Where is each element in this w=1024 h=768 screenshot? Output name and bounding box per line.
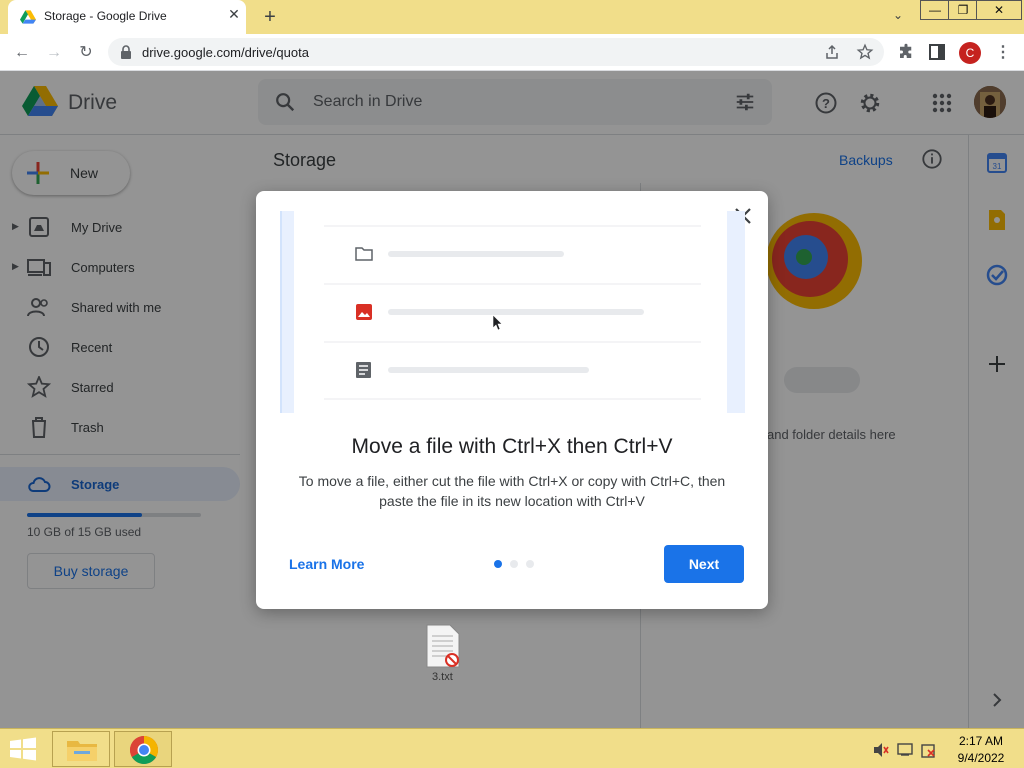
text-file-icon[interactable] bbox=[426, 624, 460, 668]
browser-tab-strip: Storage - Google Drive ✕ + ⌄ — ❐ ✕ bbox=[0, 0, 1024, 34]
back-icon[interactable]: ← bbox=[11, 42, 33, 64]
chrome-icon bbox=[130, 736, 158, 764]
restore-button[interactable]: ❐ bbox=[948, 0, 978, 20]
system-tray-icons[interactable] bbox=[872, 741, 942, 759]
profile-avatar[interactable]: C bbox=[959, 42, 981, 64]
dialog-title: Move a file with Ctrl+X then Ctrl+V bbox=[351, 435, 673, 458]
close-window-button[interactable]: ✕ bbox=[976, 0, 1022, 20]
new-tab-button[interactable]: + bbox=[258, 6, 282, 28]
clock-time[interactable]: 2:17 AM bbox=[946, 734, 1016, 748]
tab-title: Storage - Google Drive bbox=[44, 9, 167, 23]
reload-icon[interactable]: ↻ bbox=[75, 42, 97, 64]
extensions-icon[interactable] bbox=[897, 43, 915, 61]
lock-icon bbox=[121, 45, 131, 59]
windows-start-icon[interactable] bbox=[6, 735, 40, 763]
file-name[interactable]: 3.txt bbox=[432, 671, 453, 683]
forward-icon[interactable]: → bbox=[43, 42, 65, 64]
step-dot bbox=[494, 560, 502, 568]
dialog-body: To move a file, either cut the file with… bbox=[298, 473, 726, 509]
browser-menu-icon[interactable]: ⋮ bbox=[992, 42, 1014, 64]
next-button[interactable]: Next bbox=[664, 545, 744, 583]
minimize-button[interactable]: — bbox=[920, 0, 950, 20]
clock-date[interactable]: 9/4/2022 bbox=[946, 751, 1016, 765]
tab-close-icon[interactable]: ✕ bbox=[226, 6, 242, 22]
side-panel-icon[interactable] bbox=[929, 44, 945, 60]
file-list-illustration bbox=[280, 211, 745, 413]
taskbar: 2:17 AM 9/4/2022 bbox=[0, 728, 1024, 768]
tab-search-chevron-icon[interactable]: ⌄ bbox=[888, 8, 908, 26]
browser-tab[interactable]: Storage - Google Drive ✕ bbox=[8, 0, 246, 34]
google-drive-favicon-icon bbox=[20, 10, 36, 24]
learn-more-link[interactable]: Learn More bbox=[289, 556, 364, 572]
url-text: drive.google.com/drive/quota bbox=[142, 45, 309, 60]
share-icon[interactable] bbox=[824, 44, 840, 60]
taskbar-chrome[interactable] bbox=[114, 731, 172, 767]
address-bar[interactable]: drive.google.com/drive/quota bbox=[108, 38, 884, 66]
folder-icon bbox=[67, 741, 97, 761]
step-dot bbox=[526, 560, 534, 568]
taskbar-file-explorer[interactable] bbox=[52, 731, 110, 767]
tip-dialog: Move a file with Ctrl+X then Ctrl+V To m… bbox=[256, 191, 768, 609]
step-dot bbox=[510, 560, 518, 568]
bookmark-star-icon[interactable] bbox=[856, 43, 874, 61]
step-indicator bbox=[494, 560, 542, 568]
browser-toolbar: ← → ↻ drive.google.com/drive/quota C ⋮ bbox=[0, 34, 1024, 71]
